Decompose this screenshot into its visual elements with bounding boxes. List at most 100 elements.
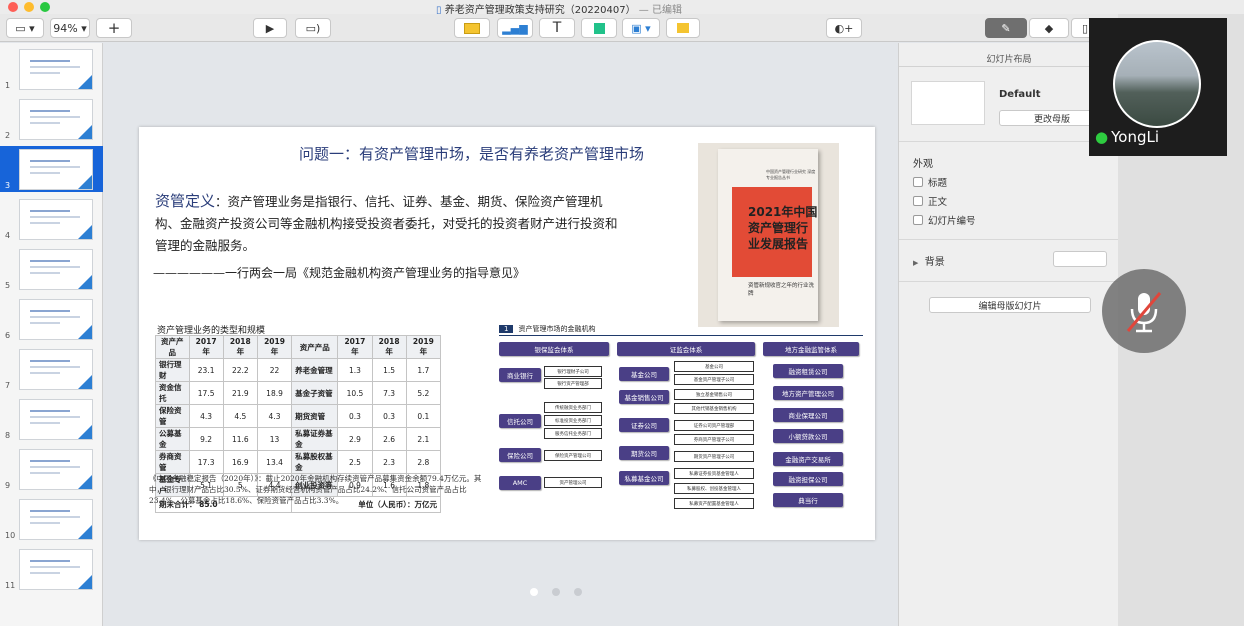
checkbox-box[interactable] <box>913 177 923 187</box>
background-fill-well[interactable] <box>1053 251 1107 267</box>
table-cell: 9.2 <box>188 427 224 451</box>
text-icon: T <box>552 20 562 36</box>
org-group-header: 银保监会体系 <box>499 342 609 356</box>
corner-triangle <box>78 525 92 539</box>
body-checkbox[interactable]: 正文 <box>913 194 947 208</box>
slide-thumbnail-5[interactable]: 5 <box>0 246 103 292</box>
org-sub-node: 资产管理公司 <box>544 477 602 488</box>
preview-line <box>30 422 60 424</box>
table-cell: 2.3 <box>371 450 407 474</box>
org-node: 金融资产交易所 <box>773 452 843 466</box>
text-button[interactable]: T <box>539 18 575 38</box>
table-cell: 私募股权基金 <box>291 450 339 474</box>
table-cell: 2.6 <box>371 427 407 451</box>
collaborate-button[interactable]: ◐+ <box>826 18 862 38</box>
participant-name-label: YongLi <box>1111 128 1159 146</box>
comment-button[interactable] <box>666 18 700 38</box>
column-header: 2017年 <box>337 335 373 359</box>
preview-line <box>30 466 80 468</box>
slide-preview[interactable] <box>19 449 93 490</box>
slide-preview[interactable] <box>19 499 93 540</box>
format-tab-button[interactable]: ✎ <box>985 18 1027 38</box>
org-node: 私募基金公司 <box>619 471 669 485</box>
preview-line <box>30 360 70 362</box>
slide-title: 问题一：有资产管理市场，是否有养老资产管理市场 <box>299 145 645 163</box>
corner-triangle <box>78 275 92 289</box>
org-sub-node: 私募资产配置基金管理人 <box>674 498 754 509</box>
slide-thumbnail-6[interactable]: 6 <box>0 296 103 342</box>
slide-thumbnail-4[interactable]: 4 <box>0 196 103 242</box>
preview-line <box>30 472 60 474</box>
table-cell: 私募证券基金 <box>291 427 339 451</box>
slide-number-checkbox[interactable]: 幻灯片编号 <box>913 213 976 227</box>
slide-preview[interactable] <box>19 199 93 240</box>
view-button[interactable]: ▭ ▾ <box>6 18 44 38</box>
slide-preview[interactable] <box>19 299 93 340</box>
add-slide-button[interactable]: + <box>96 18 132 38</box>
column-header: 2017年 <box>188 335 224 359</box>
table-cell: 22.2 <box>222 358 258 382</box>
table-row: 资金信托 17.5 21.9 18.9 基金子资管 10.5 7.3 5.2 <box>155 381 442 405</box>
slide-thumbnail-11[interactable]: 11 <box>0 546 103 592</box>
org-group-header: 证监会体系 <box>617 342 755 356</box>
table-cell: 4.3 <box>188 404 224 428</box>
slide-preview[interactable] <box>19 549 93 590</box>
org-sub-node: 独立基金销售公司 <box>674 389 754 400</box>
org-sub-node: 证券公司资产管理部 <box>674 420 754 431</box>
checkbox-box[interactable] <box>913 196 923 206</box>
slide-preview[interactable] <box>19 149 93 190</box>
table-cell: 2.1 <box>405 427 442 451</box>
slide-thumbnail-2[interactable]: 2 <box>0 96 103 142</box>
corner-triangle <box>78 425 92 439</box>
corner-triangle <box>78 125 92 139</box>
slide-thumbnail-9[interactable]: 9 <box>0 446 103 492</box>
appearance-label: 外观 <box>913 159 933 170</box>
animate-tab-button[interactable]: ◆ <box>1029 18 1069 38</box>
animate-diamond-icon: ◆ <box>1044 21 1054 35</box>
definition-label: 资管定义 <box>155 192 216 210</box>
slide-thumbnail-7[interactable]: 7 <box>0 346 103 392</box>
slide-number: 10 <box>5 531 16 540</box>
org-node: 典当行 <box>773 493 843 507</box>
slide-thumbnail-8[interactable]: 8 <box>0 396 103 442</box>
preview-line <box>30 366 80 368</box>
zoom-select[interactable]: 94% ▾ <box>50 18 90 38</box>
edit-master-button[interactable]: 编辑母版幻灯片 <box>929 297 1091 313</box>
video-participant-tile[interactable]: ● YongLi <box>1089 18 1227 156</box>
table-button[interactable] <box>454 18 490 38</box>
tab-slide-layout[interactable]: 幻灯片布局 <box>899 47 1119 67</box>
table-cell: 17.3 <box>188 450 224 474</box>
slide-preview[interactable] <box>19 349 93 390</box>
slide-thumbnail-3[interactable]: 3 <box>0 146 103 192</box>
slide-thumbnail-10[interactable]: 10 <box>0 496 103 542</box>
slide-preview[interactable] <box>19 49 93 90</box>
current-slide[interactable]: 问题一：有资产管理市场，是否有养老资产管理市场 资管定义：资产管理业务是指银行、… <box>139 127 875 540</box>
title-checkbox[interactable]: 标题 <box>913 175 947 189</box>
slide-page-dots <box>530 588 582 596</box>
corner-triangle <box>78 475 92 489</box>
mute-microphone-button[interactable] <box>1102 269 1186 353</box>
slide-thumbnail-1[interactable]: 1 <box>0 46 103 92</box>
table-cell: 2.5 <box>337 450 373 474</box>
divider <box>899 239 1119 240</box>
checkbox-box[interactable] <box>913 215 923 225</box>
chart-button[interactable]: ▂▄▆ <box>497 18 533 38</box>
page-dot-1[interactable] <box>530 588 538 596</box>
slide-preview[interactable] <box>19 249 93 290</box>
slide-preview[interactable] <box>19 99 93 140</box>
media-button[interactable]: ▣ ▾ <box>622 18 660 38</box>
page-dot-2[interactable] <box>552 588 560 596</box>
slide-preview[interactable] <box>19 399 93 440</box>
background-section[interactable]: ▶ 背景 <box>913 253 945 268</box>
shape-button[interactable] <box>581 18 617 38</box>
book-topline: 中国资产管理行业研究 深度专业报告丛书 <box>766 169 816 180</box>
table-cell: 2.9 <box>337 427 373 451</box>
org-sub-node: 银行理财子公司 <box>544 366 602 377</box>
slide-number: 5 <box>5 281 11 290</box>
table-cell: 22 <box>256 358 293 382</box>
preview-line <box>30 210 70 212</box>
page-dot-3[interactable] <box>574 588 582 596</box>
play-button[interactable]: ▶ <box>253 18 287 38</box>
master-thumbnail[interactable] <box>911 81 985 125</box>
keynote-live-button[interactable]: ▭) <box>295 18 331 38</box>
